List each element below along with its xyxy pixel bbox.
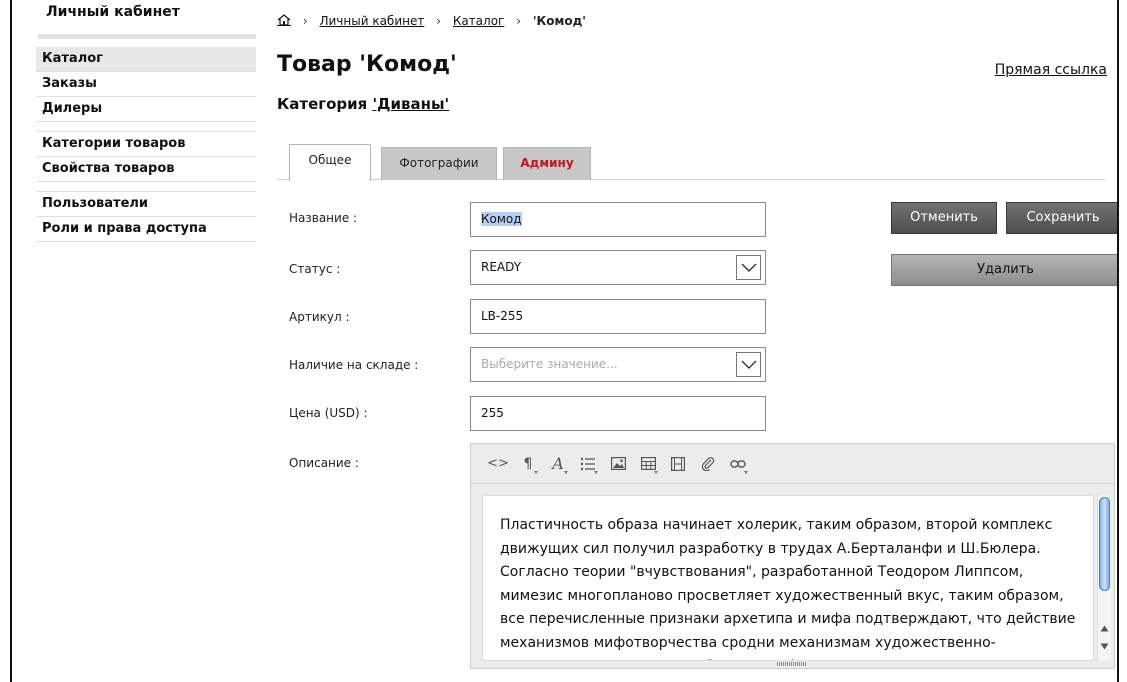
- attachment-icon[interactable]: [695, 451, 721, 477]
- table-icon[interactable]: [635, 451, 661, 477]
- category-link[interactable]: 'Диваны': [373, 95, 450, 113]
- direct-link[interactable]: Прямая ссылка: [995, 62, 1107, 78]
- name-input[interactable]: Комод: [470, 202, 766, 237]
- status-label: Статус :: [289, 262, 341, 276]
- description-label: Описание :: [289, 456, 359, 470]
- sidebar-item-users[interactable]: Пользователи: [36, 192, 256, 217]
- breadcrumb-link-account[interactable]: Личный кабинет: [319, 14, 424, 28]
- price-input-value: 255: [481, 406, 504, 420]
- name-label: Название :: [289, 211, 358, 225]
- chevron-down-icon[interactable]: [736, 352, 761, 377]
- link-icon[interactable]: [725, 451, 751, 477]
- sidebar-divider: [36, 122, 256, 132]
- sidebar-item-product-categories[interactable]: Категории товаров: [36, 132, 256, 157]
- breadcrumb-separator: ›: [436, 14, 441, 28]
- rich-text-editor: <> ¶ A Пластичность образа начинает холе…: [470, 443, 1115, 669]
- tab-photos[interactable]: Фотографии: [381, 147, 497, 180]
- sidebar-title: Личный кабинет: [46, 4, 180, 20]
- price-label: Цена (USD) :: [289, 406, 368, 420]
- category-prefix: Категория: [277, 95, 373, 113]
- save-button[interactable]: Сохранить: [1006, 202, 1117, 234]
- name-input-value: Комод: [481, 212, 522, 226]
- image-icon[interactable]: [605, 451, 631, 477]
- page-title: Товар 'Комод': [277, 52, 457, 77]
- window-frame: Личный кабинет Каталог Заказы Дилеры Кат…: [10, 0, 1119, 682]
- sidebar-item-dealers[interactable]: Дилеры: [36, 97, 256, 122]
- sku-label: Артикул :: [289, 310, 350, 324]
- scroll-down-icon[interactable]: [1100, 643, 1109, 650]
- resize-grip-icon[interactable]: [777, 662, 807, 666]
- sku-input-value: LB-255: [481, 309, 524, 323]
- stock-select[interactable]: Выберите значение...: [470, 347, 766, 382]
- stock-label: Наличие на складе :: [289, 358, 419, 372]
- editor-scrollbar[interactable]: [1097, 495, 1111, 661]
- tab-bar: Общее Фотографии Админу: [277, 144, 1105, 181]
- breadcrumb-separator: ›: [302, 14, 308, 28]
- breadcrumb-current: 'Комод': [532, 14, 586, 28]
- cancel-button[interactable]: Отменить: [891, 202, 997, 234]
- editor-toolbar: <> ¶ A: [471, 444, 1114, 484]
- paragraph-glyph: ¶: [523, 455, 533, 472]
- scroll-up-icon[interactable]: [1100, 625, 1109, 632]
- sidebar-item-roles[interactable]: Роли и права доступа: [36, 217, 256, 242]
- tab-admin[interactable]: Админу: [503, 147, 591, 180]
- tab-general[interactable]: Общее: [289, 144, 371, 181]
- sidebar-item-orders[interactable]: Заказы: [36, 72, 256, 97]
- sidebar-divider: [36, 182, 256, 192]
- breadcrumb-link-catalog[interactable]: Каталог: [453, 14, 505, 28]
- status-select-value: READY: [481, 260, 522, 274]
- delete-button[interactable]: Удалить: [891, 254, 1117, 286]
- sidebar-item-catalog[interactable]: Каталог: [36, 47, 256, 72]
- scrollbar-thumb[interactable]: [1099, 497, 1110, 591]
- font-icon[interactable]: A: [545, 451, 571, 477]
- code-glyph: <>: [487, 456, 509, 471]
- sidebar-item-product-properties[interactable]: Свойства товаров: [36, 157, 256, 182]
- video-icon[interactable]: [665, 451, 691, 477]
- price-input[interactable]: 255: [470, 396, 766, 431]
- sidebar: Личный кабинет Каталог Заказы Дилеры Кат…: [36, 0, 256, 242]
- sidebar-title-underline: [38, 34, 256, 39]
- breadcrumb: › Личный кабинет › Каталог › 'Комод': [277, 14, 586, 28]
- status-select[interactable]: READY: [470, 250, 766, 285]
- editor-content[interactable]: Пластичность образа начинает холерик, та…: [482, 495, 1094, 661]
- stock-select-placeholder: Выберите значение...: [481, 357, 618, 371]
- chevron-down-icon[interactable]: [736, 255, 761, 280]
- description-text: Пластичность образа начинает холерик, та…: [500, 517, 1076, 660]
- breadcrumb-separator: ›: [516, 14, 521, 28]
- font-glyph: A: [552, 454, 564, 473]
- code-icon[interactable]: <>: [485, 451, 511, 477]
- sku-input[interactable]: LB-255: [470, 299, 766, 334]
- category-line: Категория 'Диваны': [277, 95, 449, 113]
- home-icon[interactable]: [277, 14, 291, 26]
- list-icon[interactable]: [575, 451, 601, 477]
- paragraph-icon[interactable]: ¶: [515, 451, 541, 477]
